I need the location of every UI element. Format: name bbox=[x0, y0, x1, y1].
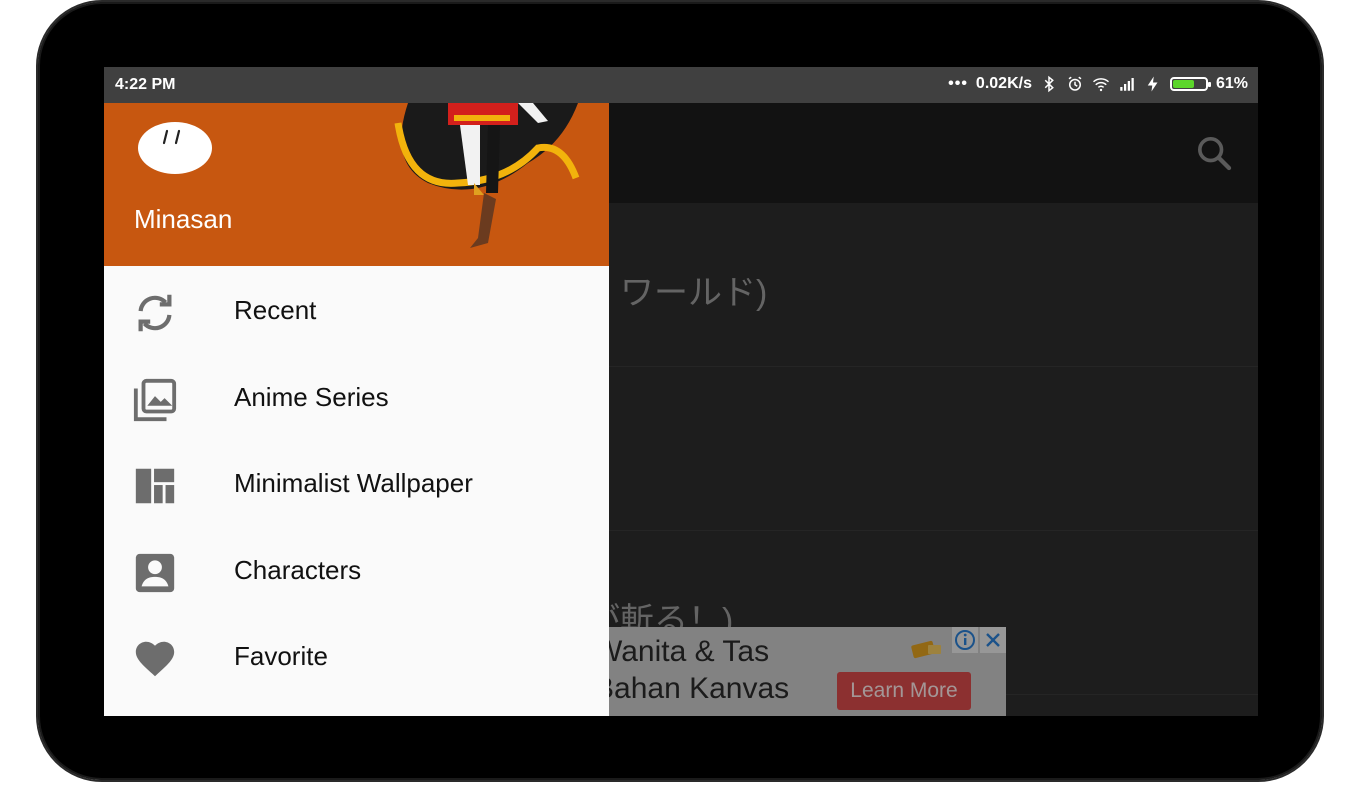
drawer-item-recent[interactable]: Recent bbox=[104, 266, 609, 353]
alarm-icon bbox=[1068, 76, 1082, 91]
drawer-item-label: Characters bbox=[234, 554, 362, 585]
battery-percent: 61% bbox=[1215, 75, 1248, 92]
drawer-item-anime-series[interactable]: Anime Series bbox=[104, 353, 609, 440]
status-time: 4:22 PM bbox=[115, 76, 176, 93]
avatar[interactable] bbox=[136, 117, 214, 175]
ad-product-icon bbox=[911, 640, 941, 659]
ad-text-line1: Wanita & Tas bbox=[594, 635, 770, 668]
net-speed: 0.02K/s bbox=[975, 75, 1032, 92]
user-name: Minasan bbox=[134, 204, 233, 234]
header-character-art bbox=[394, 103, 580, 248]
wifi-icon bbox=[1092, 78, 1109, 92]
ad-close-icon[interactable] bbox=[980, 627, 1006, 653]
bluetooth-icon bbox=[1044, 75, 1054, 93]
dashboard-icon bbox=[135, 468, 175, 504]
more-notifications-icon: ••• bbox=[948, 75, 968, 92]
battery-icon bbox=[1169, 77, 1211, 91]
screen: 4:22 PM ••• 0.02K/s 61% ル・ワールド) ) ムが斬る！) bbox=[104, 67, 1258, 716]
navigation-drawer: Minasan Recent Anime Series Minimalist W… bbox=[104, 103, 609, 716]
account-box-icon bbox=[135, 553, 175, 592]
photo-library-icon bbox=[133, 378, 177, 421]
drawer-menu: Recent Anime Series Minimalist Wallpaper bbox=[104, 266, 609, 699]
ad-text-line2: Bahan Kanvas bbox=[594, 672, 790, 705]
ad-banner[interactable]: Wanita & Tas Bahan Kanvas Learn More bbox=[594, 627, 1006, 716]
drawer-item-label: Favorite bbox=[234, 641, 328, 671]
drawer-item-label: Anime Series bbox=[234, 381, 389, 412]
charging-icon bbox=[1147, 76, 1158, 92]
drawer-item-characters[interactable]: Characters bbox=[104, 526, 609, 613]
drawer-item-label: Minimalist Wallpaper bbox=[234, 468, 473, 498]
status-icons: ••• 0.02K/s 61% bbox=[948, 75, 1248, 93]
learn-more-button[interactable]: Learn More bbox=[837, 672, 971, 710]
drawer-item-minimalist-wallpaper[interactable]: Minimalist Wallpaper bbox=[104, 439, 609, 526]
drawer-item-label: Recent bbox=[234, 295, 317, 325]
status-bar: 4:22 PM ••• 0.02K/s 61% bbox=[104, 67, 1258, 103]
search-icon[interactable] bbox=[1194, 133, 1234, 173]
ad-info-icon[interactable] bbox=[952, 627, 978, 653]
drawer-header: Minasan bbox=[104, 103, 609, 266]
sync-icon bbox=[138, 294, 172, 332]
signal-icon bbox=[1120, 78, 1134, 91]
drawer-item-favorite[interactable]: Favorite bbox=[104, 612, 609, 699]
heart-icon bbox=[135, 641, 175, 677]
